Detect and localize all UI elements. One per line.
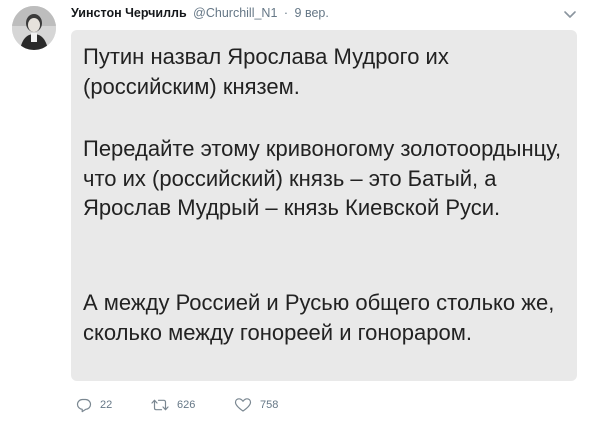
avatar[interactable]	[12, 6, 56, 50]
heart-icon	[234, 398, 252, 412]
tweet-paragraph: Передайте этому кривоногому золотоордынц…	[83, 136, 562, 220]
retweet-button[interactable]: 626	[151, 396, 195, 414]
retweet-count: 626	[177, 399, 196, 411]
tweet-timestamp[interactable]: 9 вер.	[295, 6, 329, 20]
display-name[interactable]: Уинстон Черчилль	[71, 6, 187, 20]
tweet-menu-button[interactable]	[563, 7, 577, 18]
retweet-icon	[151, 399, 169, 411]
tweet-paragraph: Путин назвал Ярослава Мудрого их (россий…	[83, 44, 449, 99]
chevron-down-icon	[564, 11, 576, 18]
user-handle[interactable]: @Churchill_N1	[193, 6, 277, 20]
like-button[interactable]: 758	[234, 396, 278, 414]
tweet-paragraph: А между Россией и Русью общего столько ж…	[83, 290, 555, 345]
avatar-portrait-icon	[12, 6, 56, 50]
like-count: 758	[260, 399, 279, 411]
reply-button[interactable]: 22	[76, 396, 112, 414]
reply-icon	[76, 398, 92, 413]
tweet-text-image: Путин назвал Ярослава Мудрого их (россий…	[71, 30, 577, 381]
reply-count: 22	[100, 399, 113, 411]
tweet-card: Уинстон Черчилль @Churchill_N1 · 9 вер. …	[0, 0, 590, 428]
meta-separator: ·	[283, 6, 289, 20]
tweet-header: Уинстон Черчилль @Churchill_N1 · 9 вер.	[71, 5, 329, 21]
